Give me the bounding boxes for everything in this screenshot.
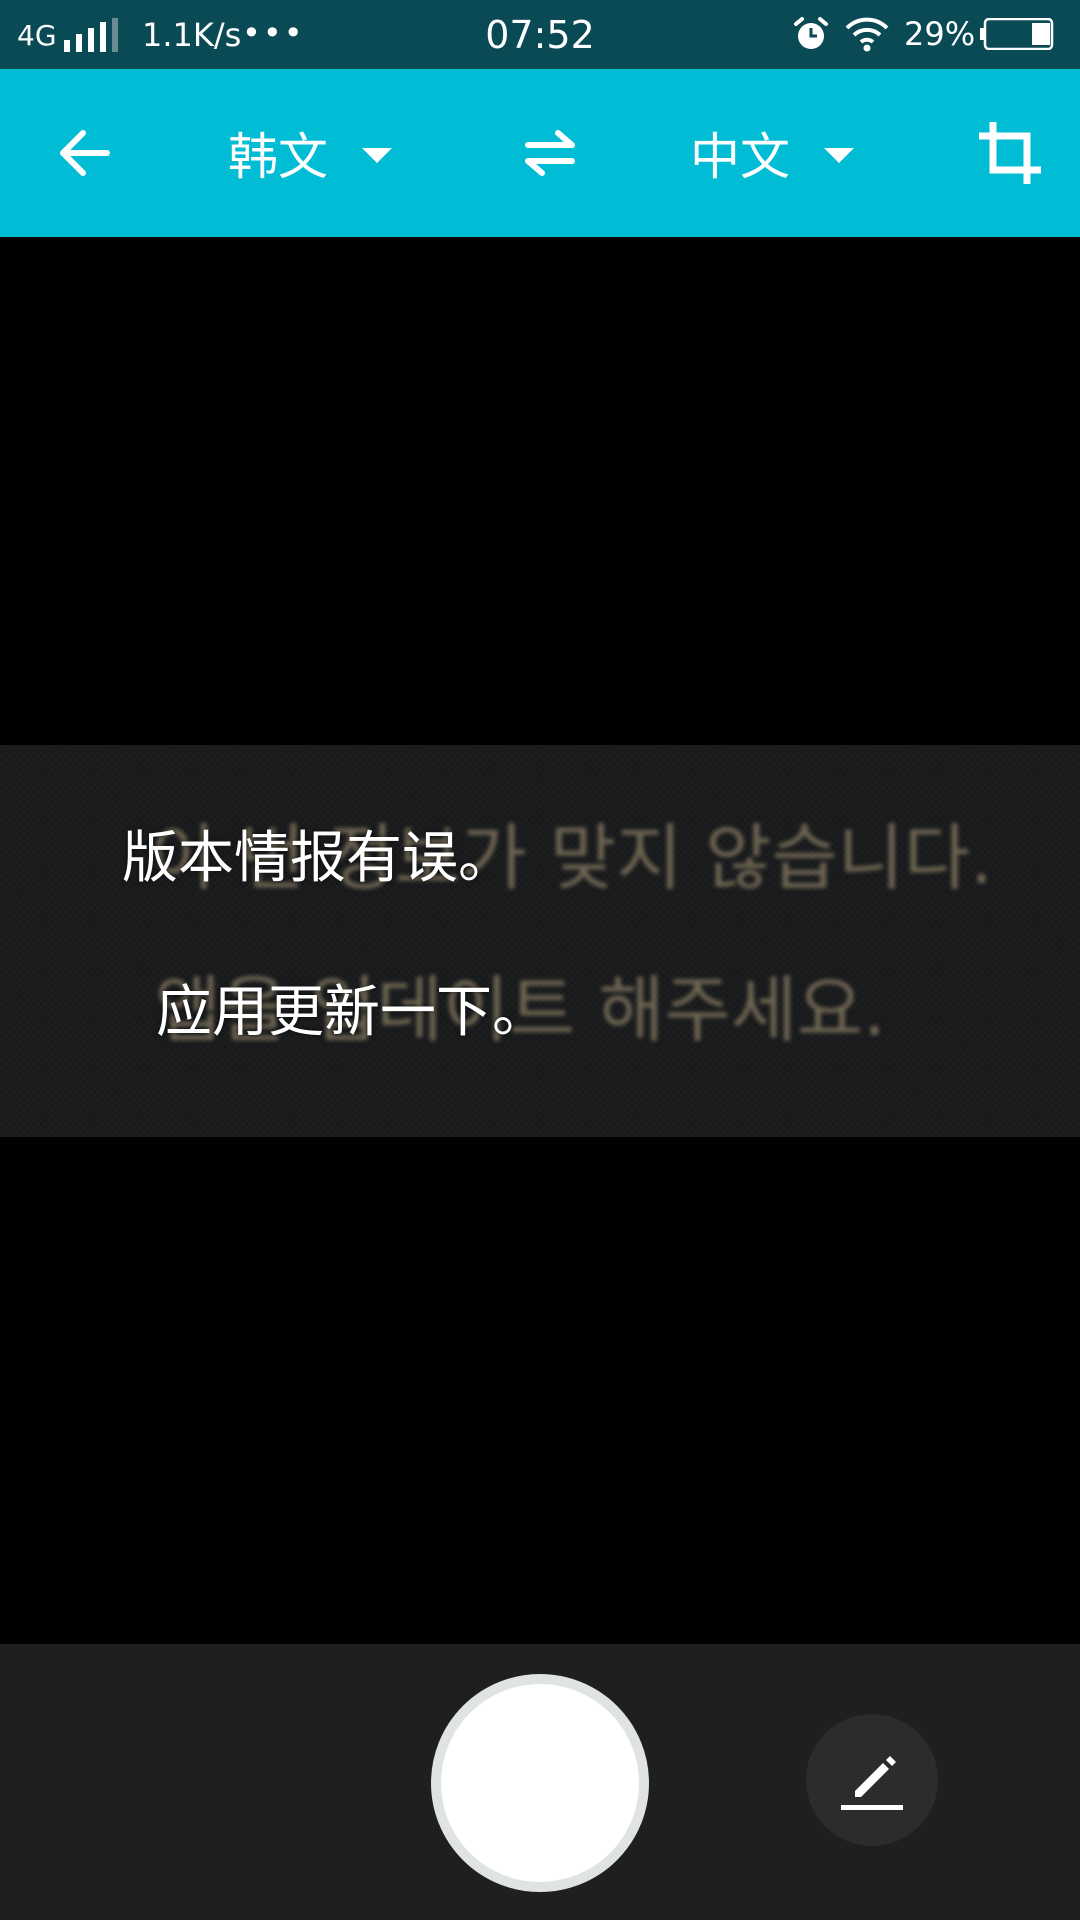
status-bar: 4G 1.1K/s ••• 07:52 29%: [0, 0, 1080, 69]
translation-text-line: 应用更新一下。: [156, 980, 548, 1045]
alarm-icon: [794, 17, 828, 49]
camera-translate-screen: 4G 1.1K/s ••• 07:52 29% 韩文 中文 이 번 정보가 맞지…: [0, 0, 1080, 1920]
swap-languages-button[interactable]: [505, 103, 595, 203]
camera-preview: 이 번 정보가 맞지 않습니다. 앱을 업데이트 해주세요. 版本情报有误。 应…: [0, 237, 1080, 1644]
camera-controls: [0, 1644, 1080, 1920]
pencil-icon: [841, 1756, 903, 1810]
wifi-icon: [845, 17, 889, 52]
captured-text-region: 이 번 정보가 맞지 않습니다. 앱을 업데이트 해주세요. 版本情报有误。 应…: [0, 745, 1080, 1137]
translation-text-line: 版本情报有误。: [122, 826, 514, 891]
back-arrow-icon: [60, 130, 110, 176]
edit-text-button[interactable]: [806, 1714, 938, 1846]
translate-toolbar: 韩文 中文: [0, 69, 1080, 237]
source-language-select[interactable]: 韩文: [228, 103, 392, 203]
swap-icon: [525, 130, 575, 176]
crop-icon: [979, 122, 1041, 184]
back-button[interactable]: [40, 103, 130, 203]
dropdown-caret-icon: [824, 147, 854, 163]
battery-icon: [980, 18, 1054, 50]
source-language-label: 韩文: [228, 128, 328, 186]
dropdown-caret-icon: [362, 147, 392, 163]
battery-percent: 29%: [904, 15, 976, 53]
crop-button[interactable]: [960, 103, 1060, 203]
shutter-button[interactable]: [431, 1674, 649, 1892]
target-language-select[interactable]: 中文: [690, 103, 854, 203]
target-language-label: 中文: [690, 128, 790, 186]
